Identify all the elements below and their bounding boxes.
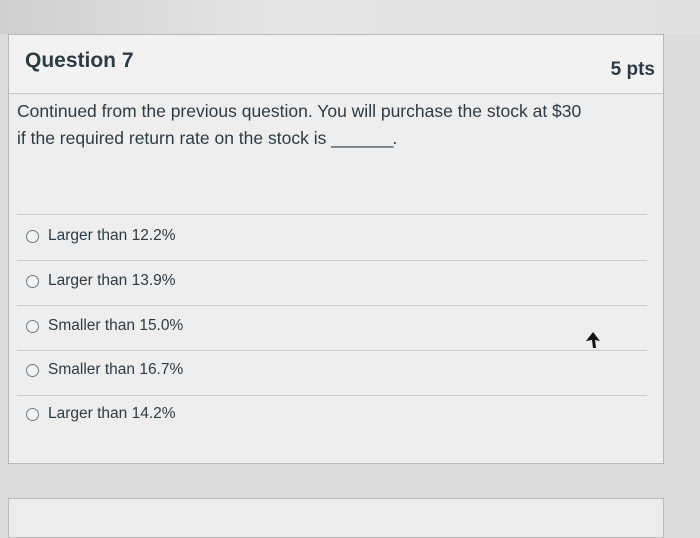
question-points: 5 pts xyxy=(610,59,655,80)
answer-label: Larger than 13.9% xyxy=(48,272,176,289)
answer-label: Larger than 14.2% xyxy=(48,405,176,422)
radio-icon[interactable] xyxy=(26,407,39,421)
radio-icon[interactable] xyxy=(26,274,39,288)
answer-label: Smaller than 15.0% xyxy=(48,317,184,334)
page-background-top xyxy=(0,0,700,34)
answer-option-1[interactable]: Larger than 12.2% xyxy=(26,223,176,249)
question-text-line2: if the required return rate on the stock… xyxy=(17,125,647,152)
answer-option-3[interactable]: Smaller than 15.0% xyxy=(26,313,183,339)
answer-divider xyxy=(17,350,647,351)
answer-divider xyxy=(17,395,647,396)
question-header: Question 7 5 pts xyxy=(9,35,663,94)
answer-option-2[interactable]: Larger than 13.9% xyxy=(26,268,176,294)
next-question-card xyxy=(8,498,664,538)
answer-label: Larger than 12.2% xyxy=(48,227,176,244)
radio-icon[interactable] xyxy=(26,319,39,333)
question-text-line2-body: if the required return rate on the stock… xyxy=(17,128,327,148)
radio-icon[interactable] xyxy=(26,229,39,243)
answers-divider xyxy=(17,214,647,215)
question-title: Question 7 xyxy=(25,49,134,72)
question-text-line1: Continued from the previous question. Yo… xyxy=(17,101,582,121)
answer-label: Smaller than 16.7% xyxy=(48,361,184,378)
question-text: Continued from the previous question. Yo… xyxy=(17,98,647,152)
question-blank: _______. xyxy=(331,128,397,148)
answer-divider xyxy=(17,260,647,261)
answer-divider xyxy=(17,305,647,306)
mouse-cursor-icon xyxy=(586,332,600,348)
answer-option-5[interactable]: Larger than 14.2% xyxy=(26,401,176,427)
answer-option-4[interactable]: Smaller than 16.7% xyxy=(26,357,183,383)
radio-icon[interactable] xyxy=(26,363,39,377)
